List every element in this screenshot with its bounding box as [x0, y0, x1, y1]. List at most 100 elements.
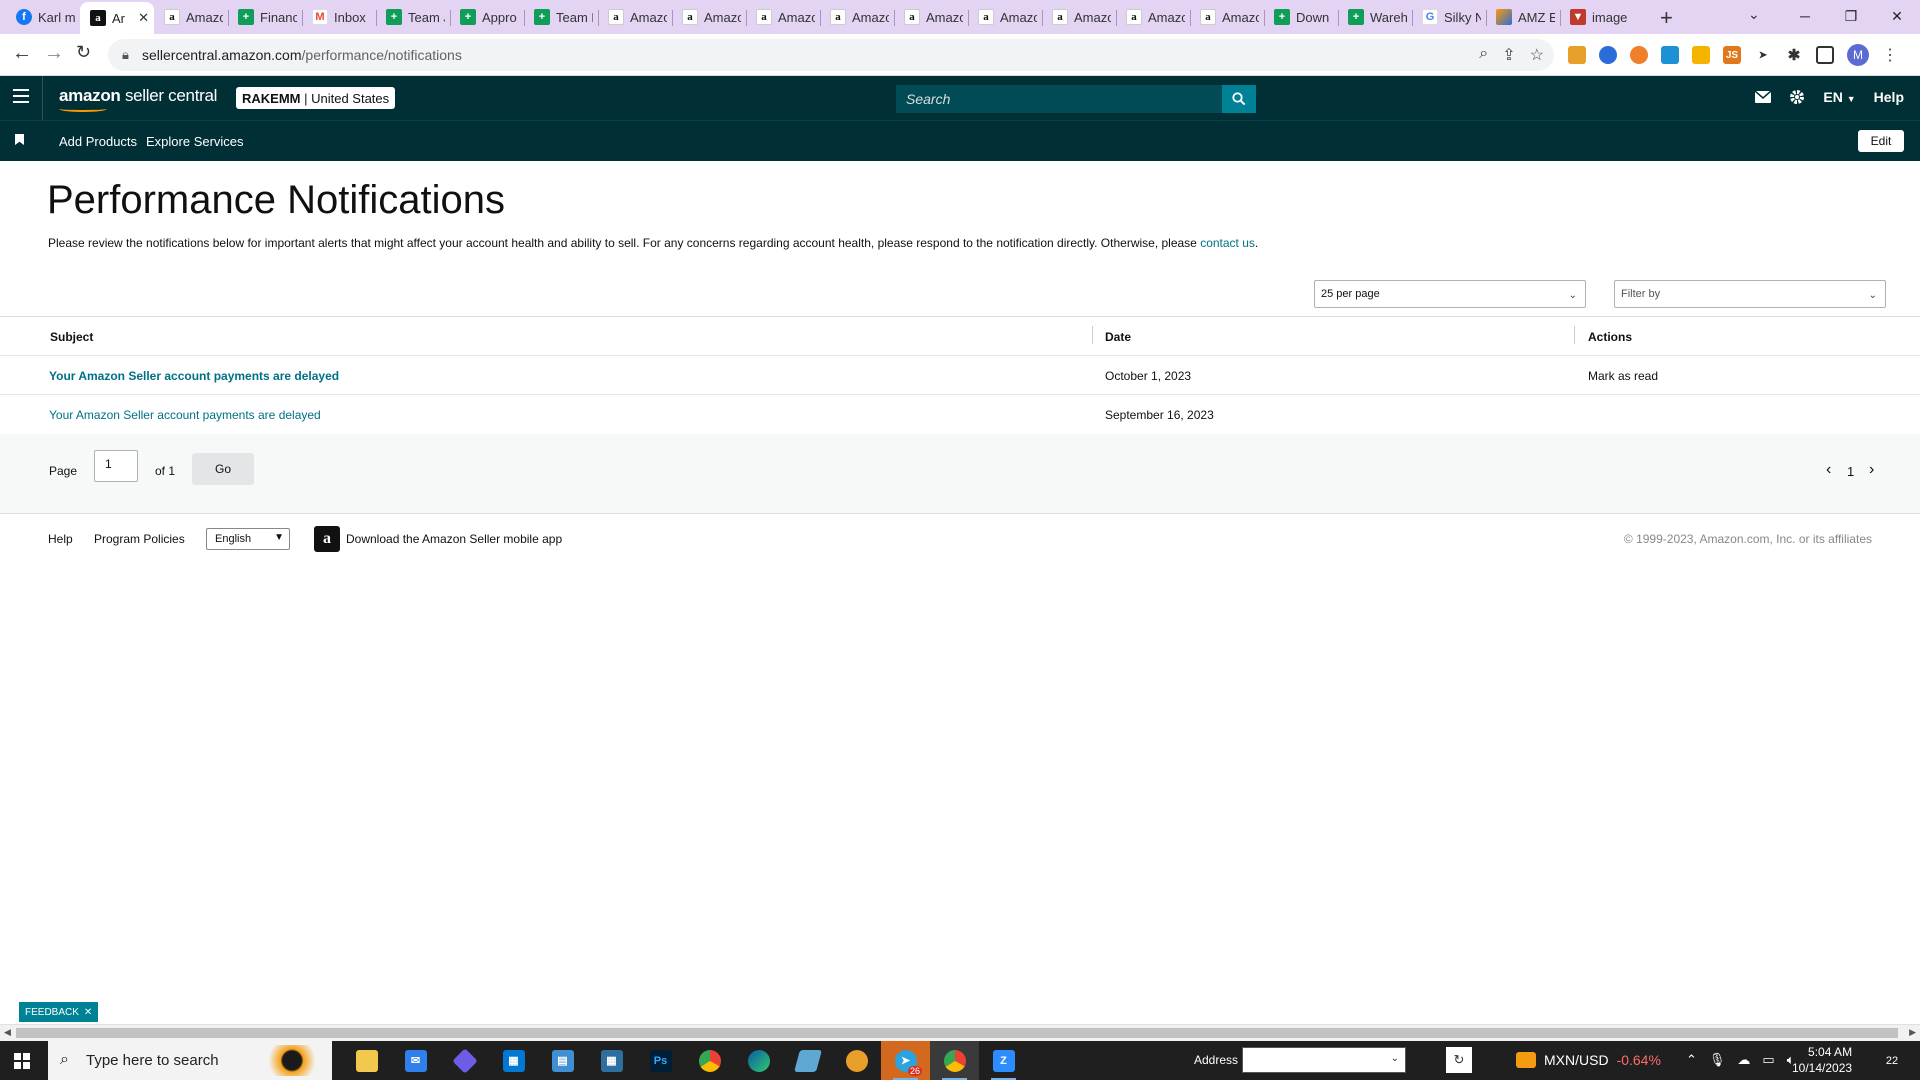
tab[interactable]: a Amazo — [968, 2, 1042, 32]
tab[interactable]: a Amazo — [598, 2, 672, 32]
puzzle-extensions-icon[interactable]: ✱ — [1785, 46, 1803, 64]
column-header-subject[interactable]: Subject — [50, 330, 93, 344]
footer-language-select[interactable]: English ▼ — [206, 528, 290, 550]
taskbar-app[interactable] — [440, 1041, 489, 1080]
scroll-right-icon[interactable]: ▶ — [1909, 1027, 1916, 1038]
notification-subject-link[interactable]: Your Amazon Seller account payments are … — [49, 369, 339, 383]
settings-gear-icon[interactable] — [1789, 89, 1805, 105]
extension-icon[interactable]: ➤ — [1754, 46, 1772, 64]
help-link[interactable]: Help — [1874, 89, 1904, 105]
network-icon[interactable]: ▭ — [1762, 1052, 1774, 1068]
taskbar-app[interactable]: Ps — [636, 1041, 685, 1080]
chevron-down-icon[interactable]: ⌄ — [1391, 1053, 1399, 1064]
taskbar-app[interactable] — [783, 1041, 832, 1080]
close-window-icon[interactable]: ✕ — [1874, 0, 1920, 32]
store-selector[interactable]: RAKEMM | United States — [236, 87, 396, 109]
tab[interactable]: a Amazo — [1042, 2, 1116, 32]
extension-icon[interactable] — [1661, 46, 1679, 64]
hamburger-menu-icon[interactable] — [13, 89, 29, 107]
bookmark-star-icon[interactable]: ☆ — [1530, 45, 1544, 65]
nav-add-products[interactable]: Add Products — [59, 134, 137, 149]
tab[interactable]: a Amazo — [894, 2, 968, 32]
taskbar-app[interactable]: ✉ — [391, 1041, 440, 1080]
search-input[interactable]: Search — [896, 85, 1222, 113]
contact-us-link[interactable]: contact us — [1200, 236, 1255, 250]
tab-search-chevron-icon[interactable]: ⌄ — [1748, 6, 1760, 23]
onedrive-icon[interactable]: ☁ — [1737, 1052, 1750, 1068]
tab[interactable]: + Down — [1264, 2, 1338, 32]
extension-icon[interactable]: JS — [1723, 46, 1741, 64]
footer-help-link[interactable]: Help — [48, 532, 73, 546]
extension-icon[interactable] — [1599, 46, 1617, 64]
tab[interactable]: ▼ image — [1560, 2, 1634, 32]
address-bar[interactable]: 🔒︎ sellercentral.amazon.com/performance/… — [108, 39, 1554, 71]
scrollbar-thumb[interactable] — [16, 1028, 1898, 1038]
windows-start-icon[interactable] — [14, 1053, 30, 1069]
seller-app-icon[interactable]: a — [314, 526, 340, 552]
tab[interactable]: a Amazo — [1116, 2, 1190, 32]
edit-button[interactable]: Edit — [1858, 130, 1904, 152]
taskbar-app[interactable]: ➤ 26 — [881, 1041, 930, 1080]
forward-arrow-icon[interactable]: → — [44, 42, 64, 65]
taskbar-app[interactable]: ▦ — [489, 1041, 538, 1080]
taskbar-app[interactable]: ▦ — [587, 1041, 636, 1080]
tab[interactable]: + Financ — [228, 2, 302, 32]
side-panel-icon[interactable] — [1816, 46, 1834, 64]
go-button[interactable]: Go — [192, 453, 254, 485]
address-refresh-icon[interactable]: ↻ — [1446, 1047, 1472, 1073]
taskbar-app[interactable] — [832, 1041, 881, 1080]
tab[interactable]: a Amazo — [746, 2, 820, 32]
search-button[interactable] — [1222, 85, 1256, 113]
tab[interactable]: + Team F — [524, 2, 598, 32]
download-app-link[interactable]: Download the Amazon Seller mobile app — [346, 532, 562, 546]
tab[interactable]: a Amazo — [820, 2, 894, 32]
language-selector[interactable]: EN ▼ — [1823, 89, 1855, 105]
seller-central-logo[interactable]: amazon seller central — [59, 86, 217, 106]
tab[interactable]: M Inbox — [302, 2, 376, 32]
current-page-number[interactable]: 1 — [1847, 464, 1854, 479]
extension-icon[interactable] — [1692, 46, 1710, 64]
column-header-date[interactable]: Date — [1105, 330, 1131, 344]
address-toolbar-input[interactable]: ⌄ — [1242, 1047, 1406, 1073]
profile-avatar[interactable]: M — [1847, 44, 1869, 66]
taskbar-app[interactable]: ▤ — [538, 1041, 587, 1080]
kebab-menu-icon[interactable]: ⋮ — [1882, 45, 1898, 65]
notification-subject-link[interactable]: Your Amazon Seller account payments are … — [49, 408, 321, 422]
tab[interactable]: a Amazo — [1190, 2, 1264, 32]
mark-as-read-link[interactable]: Mark as read — [1588, 369, 1658, 383]
feedback-button[interactable]: FEEDBACK ✕ — [19, 1002, 99, 1022]
taskbar-app[interactable]: Z — [979, 1041, 1028, 1080]
tab-active[interactable]: a Ar ✕ — [80, 2, 154, 34]
taskbar-app[interactable] — [734, 1041, 783, 1080]
zoom-icon[interactable]: ⌕ — [1479, 45, 1488, 65]
taskbar-clock[interactable]: 5:04 AM 10/14/2023 — [1792, 1044, 1852, 1076]
taskbar-search-input[interactable]: ⌕ Type here to search — [48, 1041, 332, 1080]
per-page-select[interactable]: 25 per page ⌄ — [1314, 280, 1586, 308]
url-text[interactable]: sellercentral.amazon.com/performance/not… — [142, 47, 462, 63]
new-tab-button[interactable]: + — [1660, 5, 1673, 31]
tab[interactable]: + Team J — [376, 2, 450, 32]
filter-select[interactable]: Filter by ⌄ — [1614, 280, 1886, 308]
back-arrow-icon[interactable]: ← — [12, 42, 32, 65]
footer-program-policies-link[interactable]: Program Policies — [94, 532, 185, 546]
tab[interactable]: a Amazo — [672, 2, 746, 32]
tab[interactable]: + Appro — [450, 2, 524, 32]
extension-icon[interactable] — [1568, 46, 1586, 64]
previous-page-icon[interactable]: ‹ — [1826, 461, 1831, 479]
scroll-left-icon[interactable]: ◀ — [4, 1027, 11, 1038]
tab[interactable]: a Amazo — [154, 2, 228, 32]
taskbar-app[interactable] — [930, 1041, 979, 1080]
reload-icon[interactable]: ↻ — [76, 42, 91, 63]
taskbar-app[interactable] — [342, 1041, 391, 1080]
minimize-icon[interactable]: ─ — [1782, 0, 1828, 32]
close-tab-icon[interactable]: ✕ — [138, 10, 149, 26]
share-icon[interactable]: ⇪ — [1502, 45, 1515, 65]
bookmark-icon[interactable] — [15, 134, 24, 145]
horizontal-scrollbar[interactable]: ◀ ▶ — [0, 1024, 1920, 1041]
microphone-icon[interactable]: 🎙︎ — [1709, 1052, 1726, 1068]
currency-ticker[interactable]: MXN/USD -0.64% — [1516, 1052, 1661, 1068]
taskbar-app[interactable] — [685, 1041, 734, 1080]
tab[interactable]: AMZ E — [1486, 2, 1560, 32]
extension-icon[interactable] — [1630, 46, 1648, 64]
nav-explore-services[interactable]: Explore Services — [146, 134, 244, 149]
